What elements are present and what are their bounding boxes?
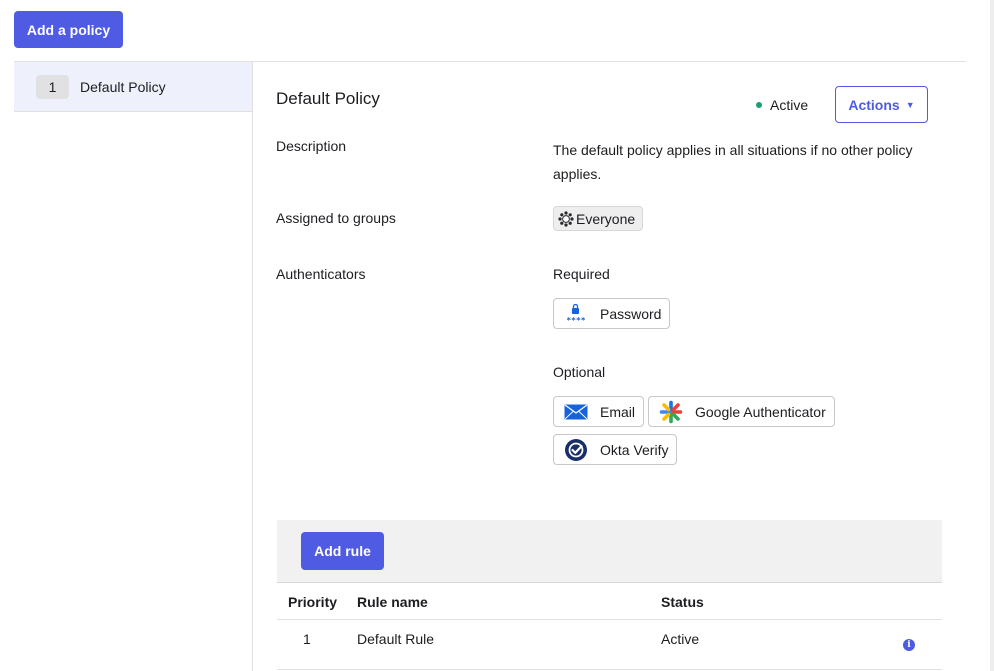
- optional-label: Optional: [553, 364, 606, 380]
- google-authenticator-icon: [657, 400, 685, 423]
- sidebar-divider: [252, 62, 253, 671]
- sidebar-item-label: Default Policy: [80, 79, 166, 95]
- svg-text:****: ****: [566, 316, 585, 324]
- rule-name[interactable]: Default Rule: [357, 631, 434, 647]
- authenticator-chip-email: Email: [553, 396, 645, 427]
- column-header-status[interactable]: Status: [661, 594, 704, 610]
- add-policy-button[interactable]: Add a policy: [14, 11, 123, 48]
- table-divider: [277, 619, 942, 620]
- authenticator-chip-google-authenticator: Google Authenticator: [648, 396, 835, 427]
- sidebar-item-default-policy[interactable]: 1 Default Policy: [14, 62, 252, 112]
- column-header-priority[interactable]: Priority: [288, 594, 337, 610]
- groups-label: Assigned to groups: [276, 210, 396, 226]
- okta-verify-icon: [562, 438, 590, 461]
- page-edge: [990, 0, 994, 671]
- status-label: Active: [770, 97, 809, 113]
- rule-priority: 1: [303, 631, 311, 647]
- authenticators-label: Authenticators: [276, 266, 366, 282]
- authenticator-name: Google Authenticator: [695, 403, 826, 420]
- password-icon: ****: [562, 303, 590, 325]
- authenticator-name: Okta Verify: [600, 441, 669, 458]
- email-icon: [562, 401, 590, 423]
- required-label: Required: [553, 266, 610, 282]
- policy-priority-badge: 1: [36, 75, 69, 99]
- info-icon[interactable]: i: [903, 639, 915, 651]
- group-name: Everyone: [576, 210, 636, 227]
- caret-down-icon: ▼: [905, 99, 915, 110]
- actions-label: Actions: [848, 96, 900, 113]
- status-indicator: Active: [756, 97, 808, 113]
- add-rule-button[interactable]: Add rule: [301, 532, 384, 570]
- status-dot-icon: [756, 102, 762, 108]
- authenticator-name: Email: [600, 403, 636, 420]
- authenticator-chip-okta-verify: Okta Verify: [553, 434, 678, 465]
- description-value: The default policy applies in all situat…: [553, 142, 913, 182]
- description-label: Description: [276, 138, 347, 154]
- policy-title: Default Policy: [276, 89, 380, 108]
- table-divider: [277, 669, 942, 670]
- authenticator-chip-password: **** Password: [553, 298, 671, 329]
- group-icon: [558, 210, 574, 227]
- group-chip-everyone: Everyone: [553, 206, 644, 231]
- authenticator-name: Password: [600, 305, 662, 322]
- column-header-rule-name[interactable]: Rule name: [357, 594, 428, 610]
- actions-dropdown-button[interactable]: Actions ▼: [835, 86, 928, 123]
- rule-status: Active: [661, 631, 700, 647]
